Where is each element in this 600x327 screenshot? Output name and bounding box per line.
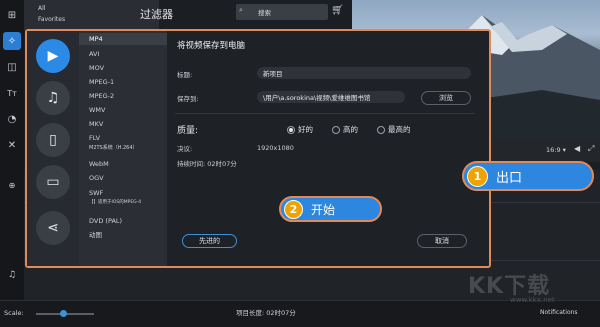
step-2-badge: 2 [284,199,303,219]
dialog-title: 将视频保存到电脑 [177,41,246,51]
add-track-icon[interactable]: ⊕ [3,176,21,194]
search-icon: ⌕ [239,6,243,14]
format-m2ts[interactable]: M2TS系统（H.264） [89,144,138,151]
resolution-value: 1920x1080 [257,144,294,152]
music-track-icon: ♫ [7,270,17,280]
audio-file-icon[interactable]: ♫ [36,81,70,115]
search-placeholder: 搜索 [258,9,271,17]
titles-icon[interactable]: Tт [3,84,21,102]
category-all[interactable]: All [38,5,45,12]
search-input[interactable]: ⌕ 搜索 [236,4,328,20]
fullscreen-icon[interactable]: ⤢ [588,144,594,154]
category-favorites[interactable]: Favorites [38,16,65,23]
save-video-dialog: ▶ ♫ ▯ ▭ ⋖ MP4 AVI MOV MPEG-1 MPEG-2 WMV … [25,29,491,268]
export-label: 出口 [496,170,523,186]
resolution-label: 决议: [177,145,193,153]
aspect-ratio-select[interactable]: 16:9 ▾ [546,146,566,154]
browse-button[interactable]: 浏览 [421,91,471,105]
tools-icon[interactable]: ✕ [3,136,21,154]
devices-icon[interactable]: ▯ [36,123,70,157]
save-to-label: 保存到: [177,95,199,103]
format-swf[interactable]: SWF [89,189,103,197]
filters-icon[interactable]: ◫ [3,58,21,76]
duration-text: 持续时间: 02时07分 [177,160,237,168]
cancel-button[interactable]: 取消 [417,234,467,248]
start-button[interactable]: 2 开始 [279,196,382,222]
filename-field[interactable]: 新项目 [257,67,471,79]
notifications-link[interactable]: Notifications [540,309,578,316]
format-dvd-pal[interactable]: DVD (PAL) [89,217,122,225]
format-flv[interactable]: FLV [89,134,100,142]
project-length: 项目长度: 02时07分 [236,309,296,317]
filters-title: 过滤器 [140,8,173,21]
export-button[interactable]: 1 出口 [462,161,594,191]
left-toolbar: ⊞ ✧ ◫ Tт ◔ ✕ ⊕ ♫ [0,0,24,326]
share-icon[interactable]: ⋖ [36,211,70,245]
filters-category-panel: All Favorites [24,0,159,30]
advanced-button[interactable]: 先进的 [182,234,237,248]
format-list: MP4 AVI MOV MPEG-1 MPEG-2 WMV MKV FLV M2… [79,31,167,266]
step-1-badge: 1 [467,165,488,187]
magic-wand-icon[interactable]: ✧ [3,32,21,50]
format-mpeg2[interactable]: MPEG-2 [89,92,114,100]
site-watermark-url: www.kkx.net [510,296,555,304]
save-to-field[interactable]: \用户\a.sorokina\视频\爱维维图书馆 [257,91,405,103]
format-wmv[interactable]: WMV [89,106,105,114]
format-mpeg1[interactable]: MPEG-1 [89,78,114,86]
format-avi[interactable]: AVI [89,50,99,58]
quality-label: 质量: [177,126,199,136]
start-label: 开始 [311,202,336,217]
filename-label: 标题: [177,71,193,79]
status-bar: Scale: 项目长度: 02时07分 Notifications [0,300,600,327]
volume-icon[interactable]: ◀︎ [574,144,580,153]
format-gif[interactable]: 动图 [89,229,102,239]
format-mpeg4-ios[interactable]: 【】适用于IOS的MPEG-4 [89,199,141,205]
format-mp4[interactable]: MP4 [89,35,103,43]
scale-slider-handle[interactable] [60,310,67,317]
format-mov[interactable]: MOV [89,64,104,72]
quality-high-radio[interactable]: 高的 [332,124,358,135]
video-file-icon[interactable]: ▶ [36,39,70,73]
export-target-panel: ▶ ♫ ▯ ▭ ⋖ [27,31,79,266]
format-ogv[interactable]: OGV [89,174,104,182]
quality-highest-radio[interactable]: 最高的 [377,124,411,135]
format-webm[interactable]: WebM [89,160,109,168]
cart-icon[interactable]: 🛒︎ [331,5,344,16]
stickers-icon[interactable]: ◔ [3,110,21,128]
format-mkv[interactable]: MKV [89,120,103,128]
scale-label: Scale: [4,309,24,317]
import-icon[interactable]: ⊞ [3,6,21,24]
tv-icon[interactable]: ▭ [36,165,70,199]
quality-good-radio[interactable]: 好的 [287,124,313,135]
